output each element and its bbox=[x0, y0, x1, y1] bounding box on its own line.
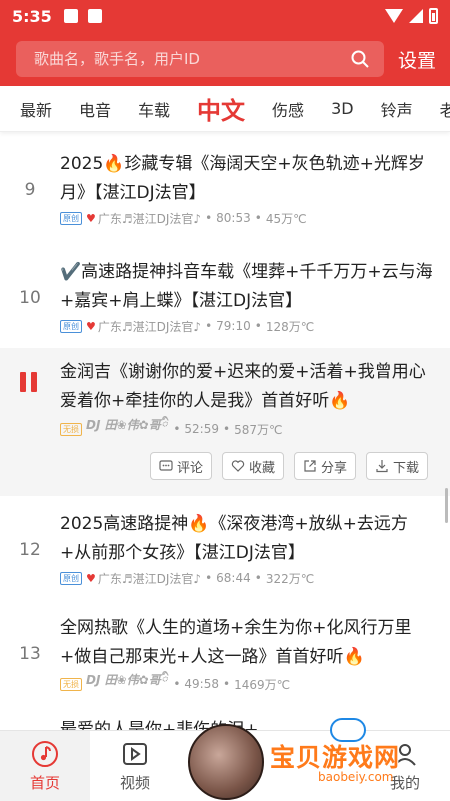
search-icon[interactable] bbox=[350, 49, 370, 69]
list-item[interactable]: 12 2025高速路提神🔥《深夜港湾+放纵+去远方+从前那个女孩》【湛江DJ法官… bbox=[0, 496, 450, 600]
heart-outline-icon bbox=[231, 460, 245, 472]
song-title: 最爱的人是你+悲伤的泪+… bbox=[60, 720, 276, 730]
play-count: 322万℃ bbox=[265, 571, 315, 586]
list-item[interactable]: 10 ✔️高速路提神抖音车载《埋葬+千千万万+云与海+嘉宾+肩上蝶》【湛江DJ法… bbox=[0, 242, 450, 348]
uploader-name[interactable]: DJ 田❀伟✿哥ི bbox=[86, 412, 167, 446]
duration: 68:44 bbox=[216, 571, 251, 585]
watermark-url: baobeiy.com bbox=[318, 770, 394, 784]
uploader-name[interactable]: DJ 田❀伟✿哥ི bbox=[86, 667, 167, 701]
search-input[interactable] bbox=[34, 50, 350, 68]
song-meta: 无损 DJ 田❀伟✿哥ི • 52:59 • 587万℃ bbox=[60, 418, 283, 437]
watermark-text: 宝贝游戏网 bbox=[270, 743, 401, 772]
song-title: 全网热歌《人生的道场+余生为你+化风行万里+做自己那束光+人这一路》首首好听🔥 bbox=[60, 618, 412, 667]
song-title: 金润吉《谢谢你的爱+迟来的爱+活着+我曾用心爱着你+牵挂你的人是我》首首好听🔥 bbox=[60, 362, 426, 411]
song-title: 2025🔥珍藏专辑《海阔天空+灰色轨迹+光辉岁月》【湛江DJ法官】 bbox=[60, 154, 425, 203]
tab-ringtone[interactable]: 铃声 bbox=[381, 97, 413, 121]
list-item[interactable]: 9 2025🔥珍藏专辑《海阔天空+灰色轨迹+光辉岁月》【湛江DJ法官】 原创 ♥… bbox=[0, 138, 450, 242]
play-count: 1469万℃ bbox=[234, 677, 291, 692]
share-icon bbox=[304, 460, 316, 472]
wifi-icon bbox=[385, 9, 403, 23]
song-list: 9 2025🔥珍藏专辑《海阔天空+灰色轨迹+光辉岁月》【湛江DJ法官】 原创 ♥… bbox=[0, 138, 450, 730]
battery-icon bbox=[429, 8, 438, 24]
duration: 49:58 bbox=[184, 677, 219, 691]
track-number: 9 bbox=[24, 180, 36, 200]
signal-icon bbox=[409, 9, 423, 23]
track-number: 12 bbox=[19, 540, 41, 560]
song-meta: 原创 ♥ 广东♬湛江DJ法官♪ • 79:10 • 128万℃ bbox=[60, 318, 314, 334]
comment-button[interactable]: 评论 bbox=[150, 452, 213, 480]
comment-icon bbox=[159, 460, 173, 471]
fire-icon: 🔥 bbox=[188, 514, 210, 534]
download-icon bbox=[376, 460, 388, 473]
nav-video[interactable]: 视频 bbox=[90, 731, 180, 801]
original-badge: 原创 bbox=[60, 571, 82, 585]
fire-icon: 🔥 bbox=[329, 391, 351, 411]
uploader-name[interactable]: 广东♬湛江DJ法官♪ bbox=[98, 210, 201, 227]
uploader-name[interactable]: 广东♬湛江DJ法官♪ bbox=[98, 570, 201, 587]
nav-home[interactable]: 首页 bbox=[0, 731, 90, 801]
heart-icon: ♥ bbox=[86, 211, 96, 225]
search-box[interactable] bbox=[16, 41, 384, 77]
tab-chinese[interactable]: 中文 bbox=[197, 91, 245, 126]
song-title: 2025高速路提神🔥《深夜港湾+放纵+去远方+从前那个女孩》【湛江DJ法官】 bbox=[60, 514, 408, 563]
heart-icon: ♥ bbox=[86, 571, 96, 585]
list-item[interactable]: 13 全网热歌《人生的道场+余生为你+化风行万里+做自己那束光+人这一路》首首好… bbox=[0, 600, 450, 708]
lossless-badge: 无损 bbox=[60, 422, 82, 436]
track-number: 13 bbox=[19, 644, 41, 664]
track-number: 10 bbox=[19, 288, 41, 308]
uploader-name[interactable]: 广东♬湛江DJ法官♪ bbox=[98, 318, 201, 335]
download-button[interactable]: 下载 bbox=[366, 452, 429, 480]
song-meta: 无损 DJ 田❀伟✿哥ི • 49:58 • 1469万℃ bbox=[60, 673, 291, 692]
play-count: 128万℃ bbox=[265, 319, 315, 334]
tab-electronic[interactable]: 电音 bbox=[79, 97, 111, 121]
original-badge: 原创 bbox=[60, 211, 82, 225]
video-icon bbox=[123, 742, 147, 765]
favorite-button[interactable]: 收藏 bbox=[222, 452, 285, 480]
play-count: 587万℃ bbox=[234, 422, 283, 437]
notification-icon bbox=[87, 9, 102, 23]
duration: 52:59 bbox=[184, 422, 219, 436]
heart-icon: ♥ bbox=[86, 319, 96, 333]
tab-sad[interactable]: 伤感 bbox=[272, 97, 304, 121]
list-item-playing[interactable]: 金润吉《谢谢你的爱+迟来的爱+活着+我曾用心爱着你+牵挂你的人是我》首首好听🔥 … bbox=[0, 348, 450, 496]
header: 设置 bbox=[0, 32, 450, 86]
action-row: 评论 收藏 分享 下载 bbox=[150, 452, 429, 480]
share-button[interactable]: 分享 bbox=[294, 452, 357, 480]
tab-3d[interactable]: 3D bbox=[331, 99, 354, 118]
song-meta: 原创 ♥ 广东♬湛江DJ法官♪ • 80:53 • 45万℃ bbox=[60, 210, 307, 226]
notification-icon bbox=[63, 9, 78, 23]
tab-old[interactable]: 老 bbox=[440, 97, 450, 121]
lossless-badge: 无损 bbox=[60, 677, 82, 691]
now-playing-disc[interactable] bbox=[188, 724, 264, 800]
scrollbar-thumb[interactable] bbox=[445, 488, 448, 523]
pause-icon[interactable] bbox=[20, 372, 40, 392]
settings-button[interactable]: 设置 bbox=[398, 46, 436, 73]
fire-icon: 🔥 bbox=[343, 647, 365, 667]
status-time: 5:35 bbox=[12, 6, 52, 26]
song-meta: 原创 ♥ 广东♬湛江DJ法官♪ • 68:44 • 322万℃ bbox=[60, 570, 314, 586]
play-count: 45万℃ bbox=[265, 211, 307, 226]
duration: 79:10 bbox=[216, 319, 251, 333]
music-note-icon bbox=[32, 740, 58, 767]
tab-car[interactable]: 车载 bbox=[138, 97, 170, 121]
tab-latest[interactable]: 最新 bbox=[20, 97, 52, 121]
song-title: ✔️高速路提神抖音车载《埋葬+千千万万+云与海+嘉宾+肩上蝶》【湛江DJ法官】 bbox=[60, 262, 433, 311]
fire-icon: 🔥 bbox=[103, 154, 125, 174]
duration: 80:53 bbox=[216, 211, 251, 225]
original-badge: 原创 bbox=[60, 319, 82, 333]
status-bar: 5:35 bbox=[0, 0, 450, 32]
category-tabs: 最新 电音 车载 中文 伤感 3D 铃声 老 bbox=[0, 86, 450, 132]
watermark: 宝贝游戏网 baobeiy.com bbox=[270, 718, 450, 800]
